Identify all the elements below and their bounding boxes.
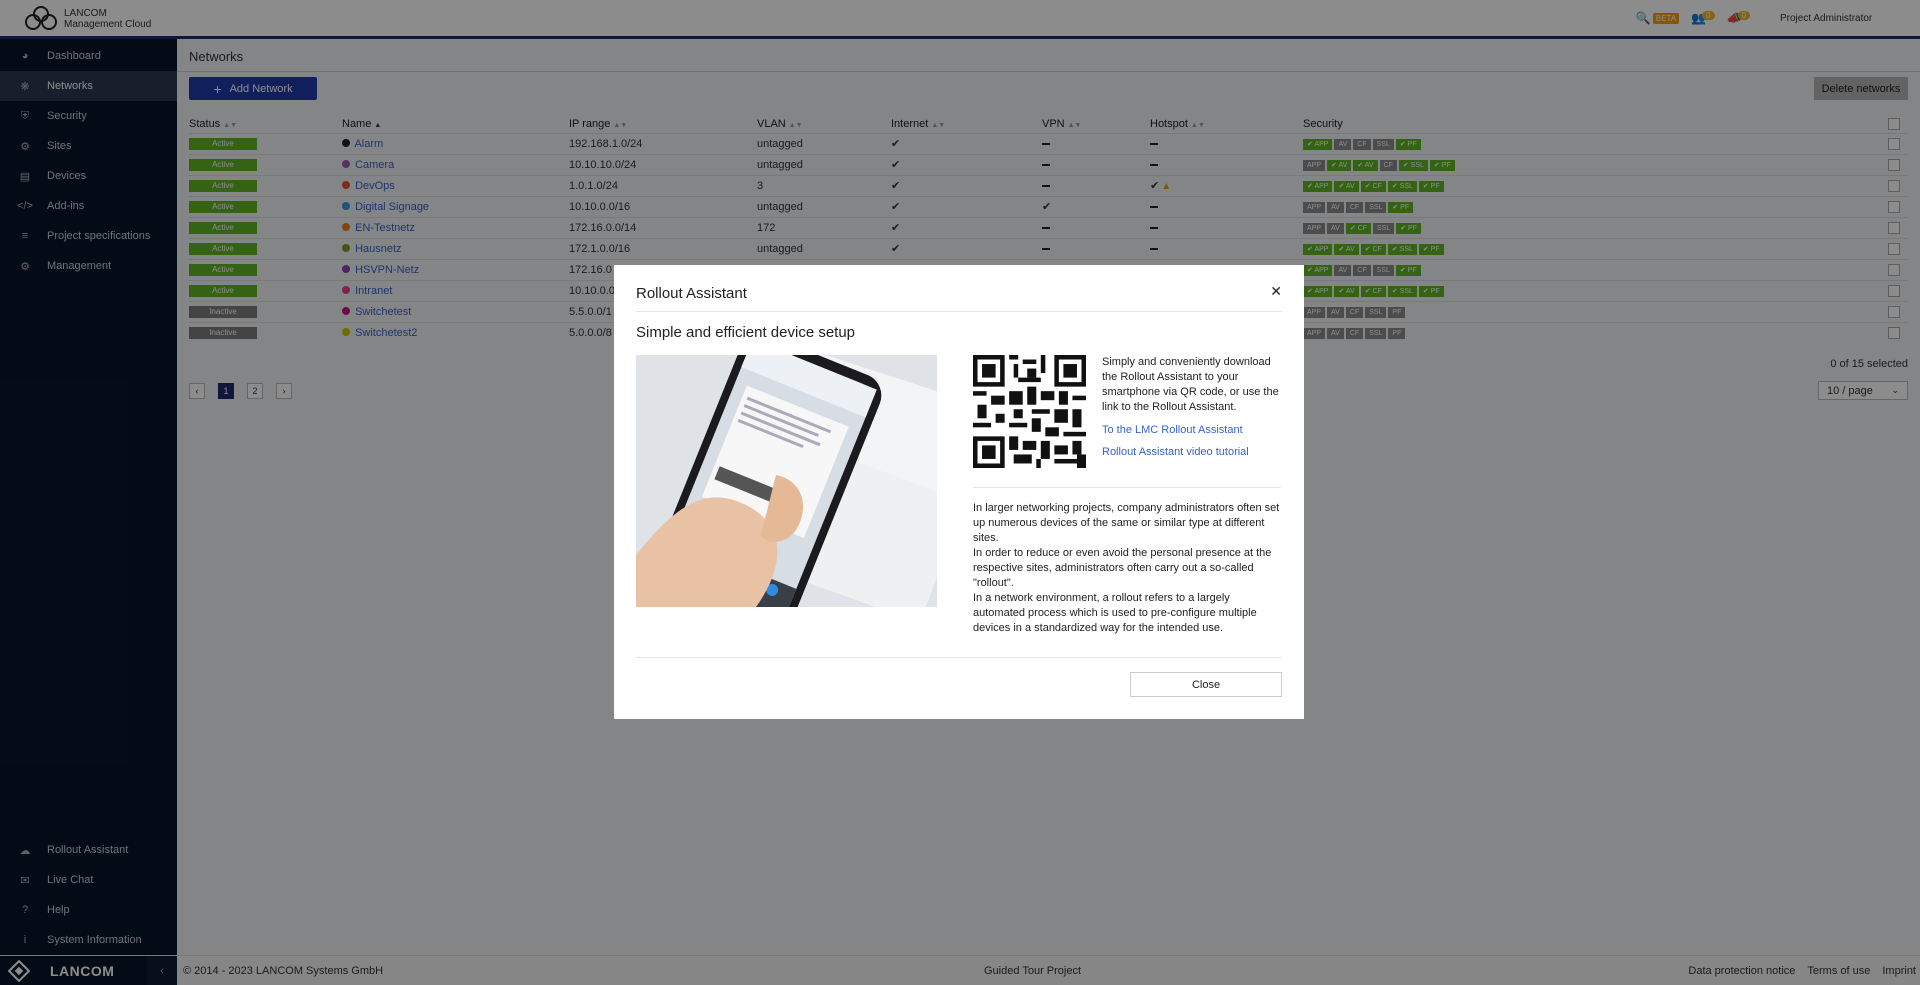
phone-scan-photo — [636, 355, 937, 607]
close-icon[interactable]: ✕ — [1270, 283, 1282, 300]
modal-title: Rollout Assistant — [636, 285, 747, 302]
description-paragraph: In a network environment, a rollout refe… — [973, 592, 1257, 634]
phone-illustration — [636, 355, 937, 607]
divider — [973, 487, 1281, 488]
description-paragraph: In larger networking projects, company a… — [973, 502, 1280, 544]
description-paragraph: In order to reduce or even avoid the per… — [973, 547, 1272, 589]
close-button[interactable]: Close — [1130, 672, 1282, 697]
modal-subtitle: Simple and efficient device setup — [636, 324, 856, 341]
rollout-assistant-link[interactable]: To the LMC Rollout Assistant — [1102, 424, 1243, 436]
rollout-assistant-modal: Rollout Assistant ✕ Simple and efficient… — [614, 265, 1304, 719]
divider — [636, 311, 1282, 312]
divider — [636, 657, 1282, 658]
video-tutorial-link[interactable]: Rollout Assistant video tutorial — [1102, 446, 1249, 458]
qr-code-icon — [973, 355, 1086, 468]
qr-description: Simply and conveniently download the Rol… — [1102, 356, 1279, 413]
rollout-description: In larger networking projects, company a… — [973, 501, 1283, 636]
